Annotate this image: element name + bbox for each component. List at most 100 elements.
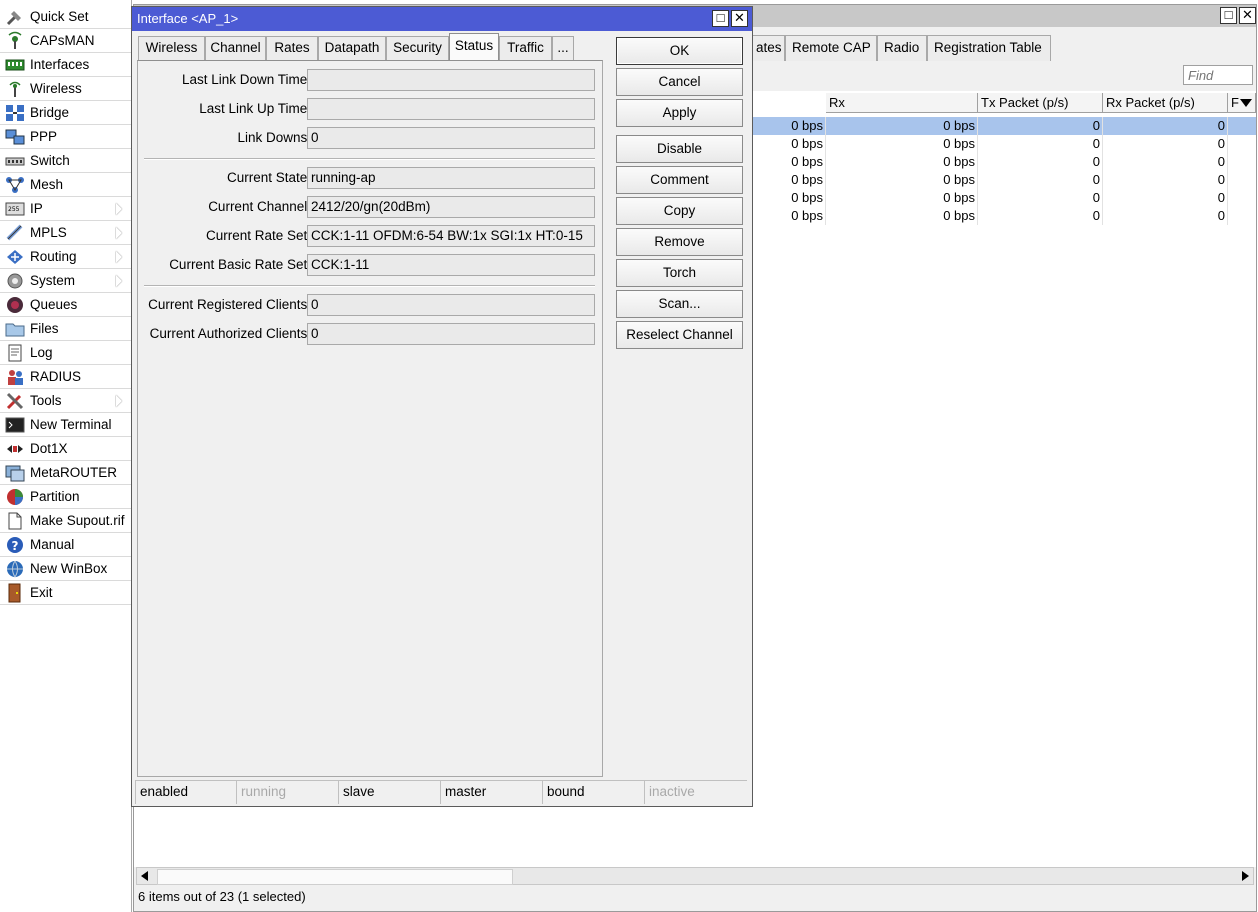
field-label: Current Basic Rate Set: xyxy=(169,257,311,272)
sidebar-item-dot1x[interactable]: Dot1X xyxy=(0,437,131,461)
tab-states[interactable]: ates xyxy=(749,35,785,61)
sidebar-item-log[interactable]: Log xyxy=(0,341,131,365)
scan-button[interactable]: Scan... xyxy=(616,290,743,318)
sidebar-item-wireless[interactable]: Wireless xyxy=(0,77,131,101)
scrollbar-thumb[interactable] xyxy=(157,869,513,885)
field-authorized-clients: Current Authorized Clients: 0 xyxy=(138,323,604,345)
sidebar-item-label: IP xyxy=(30,201,43,216)
sidebar-item-make-supout[interactable]: Make Supout.rif xyxy=(0,509,131,533)
torch-button[interactable]: Torch xyxy=(616,259,743,287)
tab-security[interactable]: Security xyxy=(386,36,449,60)
submenu-arrow-icon xyxy=(116,395,122,407)
dialog-titlebar[interactable]: Interface <AP_1> □ ✕ xyxy=(132,7,752,31)
queues-icon xyxy=(5,295,25,315)
copy-button[interactable]: Copy xyxy=(616,197,743,225)
current-channel-value[interactable]: 2412/20/gn(20dBm) xyxy=(307,196,595,218)
sidebar-item-new-terminal[interactable]: New Terminal xyxy=(0,413,131,437)
column-header-f[interactable]: F xyxy=(1228,93,1256,113)
submenu-arrow-icon xyxy=(116,227,122,239)
sidebar-item-routing[interactable]: Routing xyxy=(0,245,131,269)
sidebar-item-tools[interactable]: Tools xyxy=(0,389,131,413)
ok-button[interactable]: OK xyxy=(616,37,743,65)
tab-rates[interactable]: Rates xyxy=(266,36,318,60)
rx-packet-cell: 0 xyxy=(1103,171,1228,189)
authorized-clients-value[interactable]: 0 xyxy=(307,323,595,345)
sidebar-item-label: PPP xyxy=(30,129,58,144)
last-link-down-value[interactable] xyxy=(307,69,595,91)
sidebar-item-manual[interactable]: ? Manual xyxy=(0,533,131,557)
field-label: Current Rate Set: xyxy=(205,228,311,243)
ip-icon: 255 xyxy=(5,199,25,219)
field-label: Current Authorized Clients: xyxy=(149,326,311,341)
sidebar-item-files[interactable]: Files xyxy=(0,317,131,341)
current-state-value[interactable]: running-ap xyxy=(307,167,595,189)
sidebar-item-queues[interactable]: Queues xyxy=(0,293,131,317)
tab-wireless[interactable]: Wireless xyxy=(138,36,205,60)
reselect-channel-button[interactable]: Reselect Channel xyxy=(616,321,743,349)
sidebar-item-ip[interactable]: 255 IP xyxy=(0,197,131,221)
cancel-button[interactable]: Cancel xyxy=(616,68,743,96)
sidebar-item-label: Files xyxy=(30,321,59,336)
sidebar-item-metarouter[interactable]: MetaROUTER xyxy=(0,461,131,485)
sidebar-item-interfaces[interactable]: Interfaces xyxy=(0,53,131,77)
field-current-channel: Current Channel: 2412/20/gn(20dBm) xyxy=(138,196,604,218)
sidebar-item-label: Bridge xyxy=(30,105,70,120)
sidebar-item-quick-set[interactable]: Quick Set xyxy=(0,5,131,29)
tx-packet-cell: 0 xyxy=(978,189,1103,207)
maximize-button[interactable]: □ xyxy=(712,10,729,27)
tab-status[interactable]: Status xyxy=(449,33,499,61)
tab-radio[interactable]: Radio xyxy=(877,35,927,61)
registered-clients-value[interactable]: 0 xyxy=(307,294,595,316)
horizontal-scrollbar[interactable] xyxy=(136,867,1254,885)
switch-icon xyxy=(5,151,25,171)
current-basic-rate-set-value[interactable]: CCK:1-11 xyxy=(307,254,595,276)
apply-button[interactable]: Apply xyxy=(616,99,743,127)
capsman-icon xyxy=(5,31,25,51)
scroll-left-icon[interactable] xyxy=(141,871,148,881)
sidebar-item-label: RADIUS xyxy=(30,369,82,384)
close-button[interactable]: ✕ xyxy=(731,10,748,27)
sidebar-item-radius[interactable]: RADIUS xyxy=(0,365,131,389)
find-input[interactable] xyxy=(1183,65,1253,85)
status-master: master xyxy=(440,780,542,804)
link-downs-value[interactable]: 0 xyxy=(307,127,595,149)
scroll-right-icon[interactable] xyxy=(1242,871,1249,881)
column-header-rx[interactable]: Rx xyxy=(826,93,978,113)
tab-traffic[interactable]: Traffic xyxy=(499,36,552,60)
close-button[interactable]: ✕ xyxy=(1239,7,1256,24)
sidebar-item-label: CAPsMAN xyxy=(30,33,95,48)
sidebar-item-bridge[interactable]: Bridge xyxy=(0,101,131,125)
maximize-button[interactable]: □ xyxy=(1220,7,1237,24)
last-link-up-value[interactable] xyxy=(307,98,595,120)
sidebar-item-label: Partition xyxy=(30,489,80,504)
column-header-tx-packet[interactable]: Tx Packet (p/s) xyxy=(978,93,1103,113)
interfaces-icon xyxy=(5,55,25,75)
sidebar-item-label: MetaROUTER xyxy=(30,465,118,480)
field-last-link-down: Last Link Down Time: xyxy=(138,69,604,91)
sidebar-item-exit[interactable]: Exit xyxy=(0,581,131,605)
sidebar-item-ppp[interactable]: PPP xyxy=(0,125,131,149)
remove-button[interactable]: Remove xyxy=(616,228,743,256)
tab-remote-cap[interactable]: Remote CAP xyxy=(785,35,877,61)
radius-users-icon xyxy=(5,367,25,387)
tx-packet-cell: 0 xyxy=(978,171,1103,189)
tab-registration-table[interactable]: Registration Table xyxy=(927,35,1051,61)
sidebar-item-partition[interactable]: Partition xyxy=(0,485,131,509)
rx-cell: 0 bps xyxy=(826,207,978,225)
sidebar-item-capsman[interactable]: CAPsMAN xyxy=(0,29,131,53)
disable-button[interactable]: Disable xyxy=(616,135,743,163)
routing-icon xyxy=(5,247,25,267)
sidebar-item-new-winbox[interactable]: New WinBox xyxy=(0,557,131,581)
tab-datapath[interactable]: Datapath xyxy=(318,36,386,60)
field-label: Last Link Up Time: xyxy=(199,101,311,116)
tab-channel[interactable]: Channel xyxy=(205,36,266,60)
sidebar-item-mesh[interactable]: Mesh xyxy=(0,173,131,197)
comment-button[interactable]: Comment xyxy=(616,166,743,194)
tab-more[interactable]: ... xyxy=(552,36,574,60)
sidebar-item-switch[interactable]: Switch xyxy=(0,149,131,173)
sidebar-item-system[interactable]: System xyxy=(0,269,131,293)
column-chooser-dropdown-icon[interactable] xyxy=(1240,99,1252,107)
column-header-rx-packet[interactable]: Rx Packet (p/s) xyxy=(1103,93,1228,113)
current-rate-set-value[interactable]: CCK:1-11 OFDM:6-54 BW:1x SGI:1x HT:0-15 xyxy=(307,225,595,247)
sidebar-item-mpls[interactable]: MPLS xyxy=(0,221,131,245)
